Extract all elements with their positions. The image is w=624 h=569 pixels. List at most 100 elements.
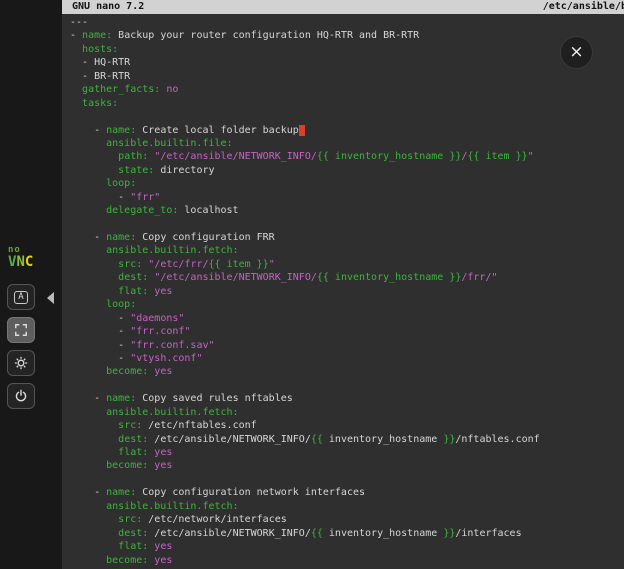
toolbar-collapse-handle[interactable] [44, 291, 56, 305]
code-token: inventory_hostname [323, 528, 443, 539]
code-token: become: [106, 555, 148, 566]
code-token [70, 420, 118, 431]
editor-line[interactable]: ansible.builtin.file: [70, 137, 624, 150]
editor-line[interactable]: dest: /etc/ansible/NETWORK_INFO/{{ inven… [70, 433, 624, 446]
editor-line[interactable]: - name: Copy saved rules nftables [70, 392, 624, 405]
code-token: /etc/nftables.conf [142, 420, 256, 431]
editor-line[interactable]: - "frr.conf.sav" [70, 339, 624, 352]
extra-keys-button[interactable]: A [7, 284, 35, 310]
code-token: yes [148, 447, 172, 458]
code-token: ansible.builtin.fetch: [106, 501, 238, 512]
editor-line[interactable]: - "frr" [70, 191, 624, 204]
code-token: {{ [311, 528, 323, 539]
code-token [70, 98, 82, 109]
code-token: }} [443, 434, 455, 445]
editor-line[interactable]: delegate_to: localhost [70, 204, 624, 217]
code-token: delegate_to: [106, 205, 178, 216]
code-token: yes [148, 460, 172, 471]
editor[interactable]: ---- name: Backup your router configurat… [62, 14, 624, 567]
code-token: name: [82, 30, 112, 41]
editor-line[interactable] [70, 379, 624, 392]
editor-line[interactable]: loop: [70, 298, 624, 311]
code-token [70, 528, 118, 539]
code-token [70, 514, 118, 525]
code-token [70, 138, 106, 149]
editor-line[interactable]: flat: yes [70, 540, 624, 553]
code-token [70, 272, 118, 283]
code-token: ansible.builtin.file: [106, 138, 232, 149]
code-token: name: [106, 487, 136, 498]
code-token: flat: [118, 447, 148, 458]
editor-line[interactable]: src: "/etc/frr/{{ item }}" [70, 258, 624, 271]
editor-line[interactable] [70, 110, 624, 123]
code-token: " [269, 259, 275, 270]
editor-line[interactable]: --- [70, 16, 624, 29]
code-token: - [70, 313, 130, 324]
editor-line[interactable]: become: yes [70, 365, 624, 378]
editor-line[interactable]: flat: yes [70, 285, 624, 298]
editor-line[interactable]: state: directory [70, 164, 624, 177]
editor-line[interactable]: flat: yes [70, 446, 624, 459]
power-button[interactable] [7, 383, 35, 409]
vnc-sidebar: no VNC A [0, 0, 62, 569]
code-token [70, 84, 82, 95]
editor-line[interactable]: - HQ-RTR [70, 56, 624, 69]
editor-line[interactable]: src: /etc/network/interfaces [70, 513, 624, 526]
editor-line[interactable]: - BR-RTR [70, 70, 624, 83]
code-token: {{ item }} [467, 151, 527, 162]
code-token: loop: [106, 299, 136, 310]
editor-line[interactable]: path: "/etc/ansible/NETWORK_INFO/{{ inve… [70, 150, 624, 163]
code-token: become: [106, 460, 148, 471]
code-token [70, 44, 82, 55]
code-token: Copy saved rules nftables [136, 393, 293, 404]
editor-line[interactable]: - name: Copy configuration network inter… [70, 486, 624, 499]
editor-line[interactable] [70, 473, 624, 486]
code-token: hosts: [82, 44, 118, 55]
code-token: state: [118, 165, 154, 176]
nano-version-label: GNU nano 7.2 [72, 0, 144, 14]
code-token: name: [106, 125, 136, 136]
settings-button[interactable] [7, 350, 35, 376]
code-token: name: [106, 232, 136, 243]
code-token: - [70, 30, 82, 41]
code-token: "daemons" [130, 313, 184, 324]
close-button[interactable]: × [560, 36, 593, 69]
editor-line[interactable]: - "daemons" [70, 312, 624, 325]
code-token: no [160, 84, 178, 95]
code-token: "/etc/ansible/NETWORK_INFO/ [154, 272, 317, 283]
code-token: /interfaces [455, 528, 521, 539]
code-token: src: [118, 259, 142, 270]
power-disconnect-icon [14, 389, 28, 403]
editor-line[interactable]: become: yes [70, 554, 624, 567]
editor-line[interactable]: src: /etc/nftables.conf [70, 419, 624, 432]
editor-line[interactable]: - name: Copy configuration FRR [70, 231, 624, 244]
editor-line[interactable]: loop: [70, 177, 624, 190]
code-token: Copy configuration FRR [136, 232, 274, 243]
editor-line[interactable]: dest: /etc/ansible/NETWORK_INFO/{{ inven… [70, 527, 624, 540]
open-file-path: /etc/ansible/b [543, 0, 624, 14]
editor-line[interactable]: hosts: [70, 43, 624, 56]
terminal-window[interactable]: GNU nano 7.2 /etc/ansible/b ---- name: B… [62, 0, 624, 569]
fullscreen-button[interactable] [7, 317, 35, 343]
code-token: dest: [118, 528, 148, 539]
editor-line[interactable] [70, 218, 624, 231]
editor-line[interactable]: - "vtysh.conf" [70, 352, 624, 365]
code-token: yes [148, 286, 172, 297]
code-token [70, 299, 106, 310]
editor-line[interactable]: tasks: [70, 97, 624, 110]
editor-line[interactable]: ansible.builtin.fetch: [70, 406, 624, 419]
code-token [70, 460, 106, 471]
editor-line[interactable]: dest: "/etc/ansible/NETWORK_INFO/{{ inve… [70, 271, 624, 284]
editor-line[interactable]: ansible.builtin.fetch: [70, 500, 624, 513]
editor-line[interactable]: - "frr.conf" [70, 325, 624, 338]
editor-line[interactable]: - name: Backup your router configuration… [70, 29, 624, 42]
code-token: gather_facts: [82, 84, 160, 95]
code-token: /etc/ansible/NETWORK_INFO/ [148, 528, 311, 539]
code-token: directory [154, 165, 214, 176]
editor-line[interactable]: become: yes [70, 459, 624, 472]
editor-line[interactable]: gather_facts: no [70, 83, 624, 96]
code-token: /nftables.conf [455, 434, 539, 445]
editor-line[interactable]: ansible.builtin.fetch: [70, 244, 624, 257]
code-token [70, 165, 118, 176]
editor-line[interactable]: - name: Create local folder backup [70, 124, 624, 137]
